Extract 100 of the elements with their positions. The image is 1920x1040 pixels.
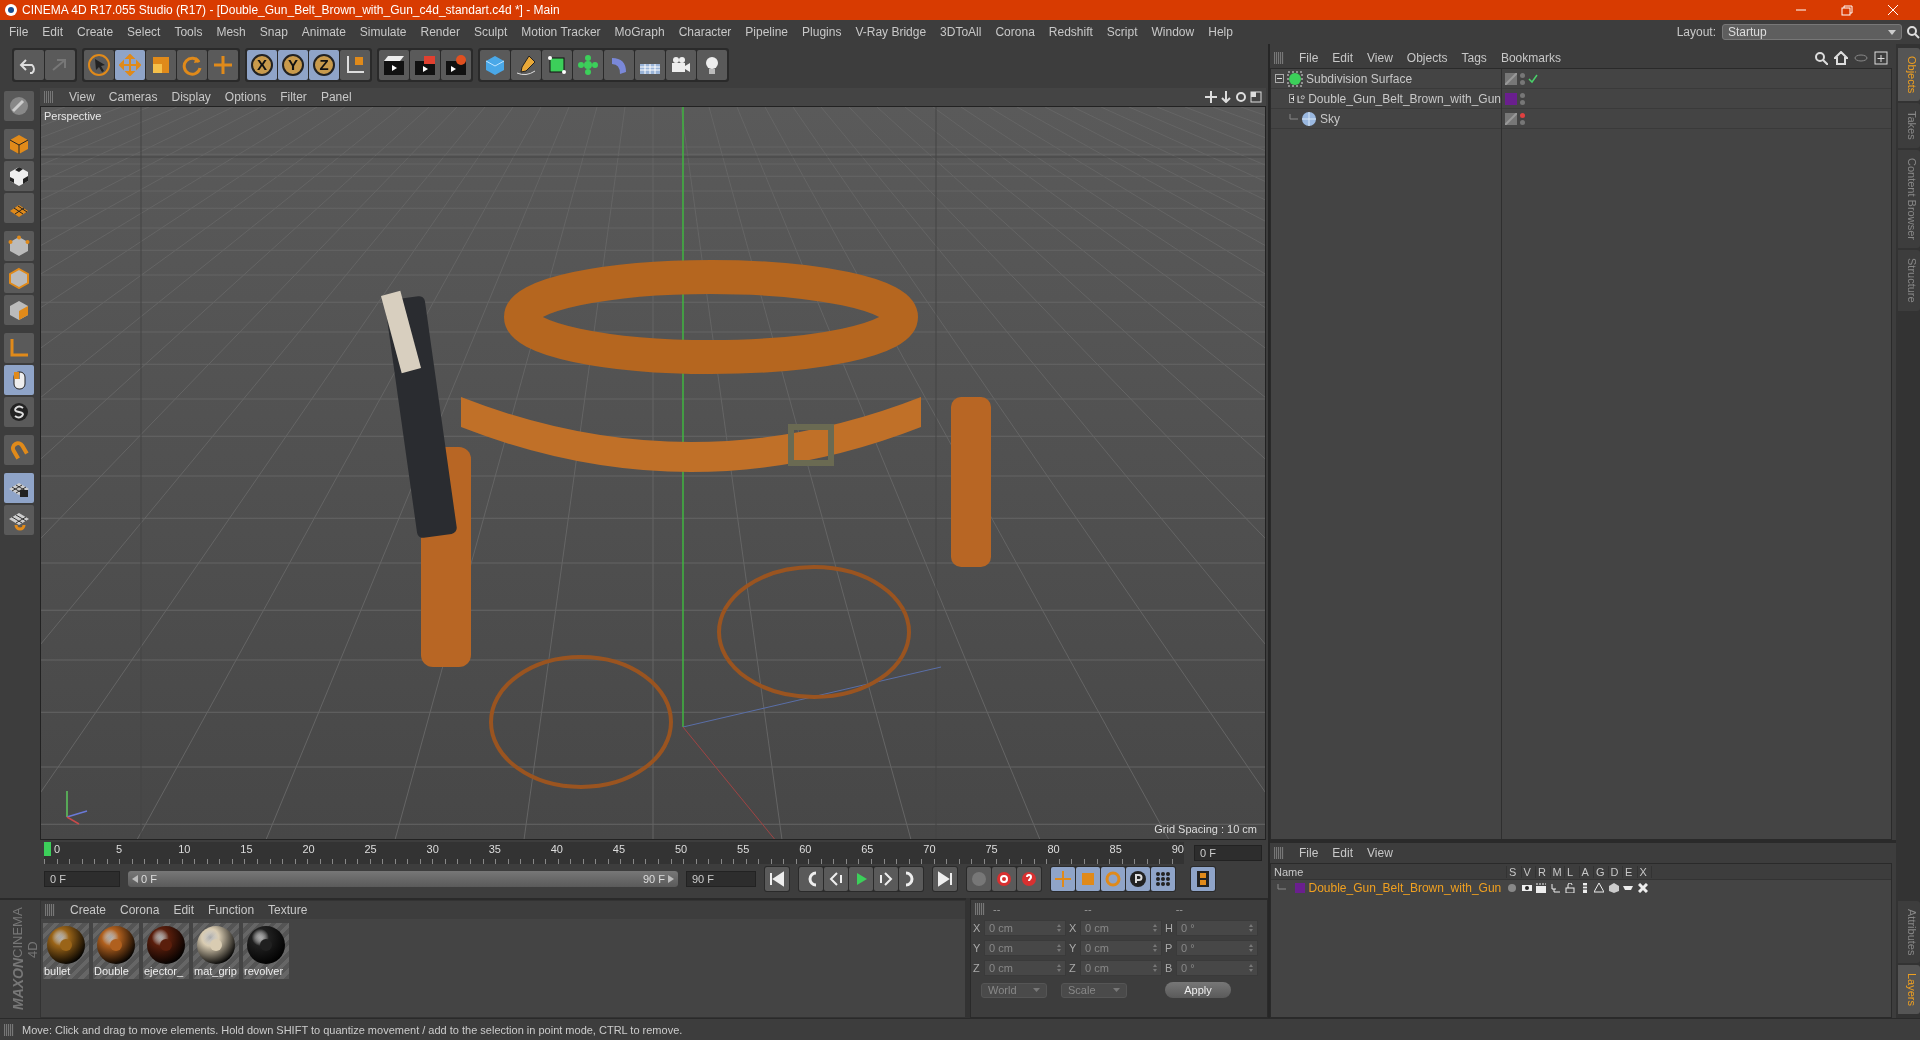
texture-plane-icon[interactable] bbox=[4, 192, 34, 223]
search-icon[interactable] bbox=[1906, 25, 1920, 39]
material-swatch[interactable]: Double bbox=[93, 923, 139, 979]
search-icon[interactable] bbox=[1814, 51, 1828, 65]
visibility-dots-icon[interactable] bbox=[1520, 112, 1525, 125]
visibility-dots-icon[interactable] bbox=[1520, 72, 1525, 85]
pyramid-icon[interactable] bbox=[1594, 883, 1604, 893]
panel-grip-icon[interactable] bbox=[44, 90, 54, 103]
layer-tag-icon[interactable] bbox=[1505, 72, 1517, 85]
current-frame-field[interactable]: 0 F bbox=[1194, 845, 1262, 862]
apply-button[interactable]: Apply bbox=[1165, 982, 1231, 998]
x-tool-icon[interactable] bbox=[1637, 883, 1648, 893]
objects-menu-item[interactable]: Edit bbox=[1325, 51, 1361, 65]
layout-dropdown[interactable]: Startup bbox=[1722, 24, 1902, 40]
object-name[interactable]: Double_Gun_Belt_Brown_with_Gun bbox=[1308, 91, 1501, 106]
scale-icon[interactable] bbox=[146, 49, 176, 80]
checker-cube-icon[interactable] bbox=[4, 160, 34, 191]
start-frame-field[interactable]: 0 F bbox=[44, 871, 120, 888]
next-key-icon[interactable] bbox=[899, 867, 923, 892]
frame-range-slider[interactable]: 0 F 90 F bbox=[128, 871, 678, 888]
timeline-ruler[interactable]: 0 5 10 15 20 25 30 35 40 45 50 55 60 65 70 75 80 85 90 bbox=[44, 842, 1184, 865]
layers-menu-item[interactable]: File bbox=[1292, 846, 1326, 860]
timeline-film-icon[interactable] bbox=[1191, 867, 1215, 892]
panel-grip-icon[interactable] bbox=[1274, 52, 1284, 64]
move-key-icon[interactable] bbox=[1051, 867, 1075, 892]
pan-view-icon[interactable] bbox=[1205, 90, 1217, 103]
material-swatch[interactable]: ejector_ bbox=[143, 923, 189, 979]
axis-toggle[interactable]: Y bbox=[278, 49, 308, 80]
menu-item[interactable]: V-Ray Bridge bbox=[848, 25, 934, 39]
menu-item[interactable]: Redshift bbox=[1041, 25, 1100, 39]
end-frame-field[interactable]: 90 F bbox=[686, 871, 756, 888]
deformer-icon[interactable] bbox=[604, 49, 634, 80]
menu-item[interactable]: Tools bbox=[167, 25, 210, 39]
corner-axis-icon[interactable] bbox=[4, 332, 34, 363]
viewport-menu-item[interactable]: Filter bbox=[273, 89, 314, 104]
viewport-menu-item[interactable]: Display bbox=[164, 89, 218, 104]
layer-tag-icon[interactable] bbox=[1505, 112, 1517, 125]
point-level-icon[interactable] bbox=[1151, 867, 1175, 892]
deform-cube-icon[interactable] bbox=[1608, 883, 1619, 893]
menu-item[interactable]: File bbox=[2, 25, 36, 39]
left-arrow-icon[interactable] bbox=[132, 875, 138, 884]
menu-item[interactable]: Snap bbox=[252, 25, 295, 39]
objects-menu-item[interactable]: Bookmarks bbox=[1493, 51, 1568, 65]
layer-color-swatch[interactable] bbox=[1294, 883, 1305, 893]
make-editable-icon[interactable] bbox=[4, 128, 34, 159]
mouse-icon[interactable] bbox=[4, 364, 34, 395]
material-menu-item[interactable]: Create bbox=[63, 903, 114, 917]
viewport-menu-item[interactable]: Cameras bbox=[101, 89, 165, 104]
side-tab[interactable]: Layers bbox=[1898, 964, 1920, 1014]
menu-item[interactable]: Help bbox=[1201, 25, 1240, 39]
maximize-view-icon[interactable] bbox=[1250, 90, 1262, 103]
menu-item[interactable]: Corona bbox=[988, 25, 1042, 39]
zoom-view-icon[interactable] bbox=[1220, 90, 1232, 103]
record-icon[interactable] bbox=[992, 867, 1016, 892]
light-bulb-icon[interactable] bbox=[697, 49, 727, 80]
go-to-start-icon[interactable] bbox=[765, 867, 789, 892]
enabled-check-icon[interactable] bbox=[1528, 73, 1538, 84]
right-arrow-icon[interactable] bbox=[668, 875, 674, 884]
sculpt-brush-icon[interactable] bbox=[4, 90, 34, 121]
object-name[interactable]: Sky bbox=[1320, 111, 1340, 126]
menu-item[interactable]: Animate bbox=[294, 25, 353, 39]
material-swatch[interactable]: revolver bbox=[243, 923, 289, 979]
objects-menu-item[interactable]: Objects bbox=[1399, 51, 1455, 65]
material-swatch[interactable]: mat_grip bbox=[193, 923, 239, 979]
object-name[interactable]: Subdivision Surface bbox=[1306, 71, 1413, 86]
visibility-dots-icon[interactable] bbox=[1520, 92, 1525, 105]
panel-grip-icon[interactable] bbox=[45, 904, 55, 916]
material-swatch[interactable]: bullet bbox=[43, 923, 89, 979]
viewport-canvas[interactable]: Perspective Grid Spacing : 10 cm bbox=[40, 105, 1266, 841]
subdivision-icon[interactable] bbox=[542, 49, 572, 80]
menu-item[interactable]: 3DToAll bbox=[933, 25, 989, 39]
menu-item[interactable]: Character bbox=[671, 25, 739, 39]
layer-color-swatch[interactable] bbox=[1505, 92, 1517, 105]
previous-key-icon[interactable] bbox=[799, 867, 823, 892]
menu-item[interactable]: Motion Tracker bbox=[514, 25, 608, 39]
objects-menu-item[interactable]: View bbox=[1360, 51, 1400, 65]
grid-snap-icon[interactable] bbox=[4, 504, 34, 535]
menu-item[interactable]: Pipeline bbox=[738, 25, 796, 39]
cup-icon[interactable] bbox=[1623, 883, 1633, 893]
axis-toggle[interactable]: Z bbox=[309, 49, 339, 80]
camera-icon[interactable] bbox=[666, 49, 696, 80]
render-settings-icon[interactable] bbox=[441, 49, 471, 80]
points-mode-icon[interactable] bbox=[4, 230, 34, 261]
objects-menu-item[interactable]: Tags bbox=[1454, 51, 1494, 65]
pen-icon[interactable] bbox=[511, 49, 541, 80]
render-view-icon[interactable] bbox=[379, 49, 409, 80]
objects-menu-item[interactable]: File bbox=[1292, 51, 1326, 65]
collapse-toggle-icon[interactable] bbox=[1275, 74, 1284, 83]
menu-item[interactable]: Render bbox=[413, 25, 467, 39]
viewport-menu-item[interactable]: Panel bbox=[313, 89, 359, 104]
menu-item[interactable]: Create bbox=[70, 25, 121, 39]
eye-icon[interactable] bbox=[1521, 883, 1532, 893]
solo-dot-icon[interactable] bbox=[1507, 883, 1517, 893]
playhead-marker[interactable] bbox=[44, 842, 51, 857]
material-menu-item[interactable]: Function bbox=[201, 903, 262, 917]
param-key-icon[interactable] bbox=[1126, 867, 1150, 892]
grid-lock-icon[interactable] bbox=[4, 472, 34, 503]
axis-toggle[interactable]: X bbox=[247, 49, 277, 80]
side-tab[interactable]: Objects bbox=[1898, 48, 1920, 102]
move-icon[interactable] bbox=[115, 49, 145, 80]
